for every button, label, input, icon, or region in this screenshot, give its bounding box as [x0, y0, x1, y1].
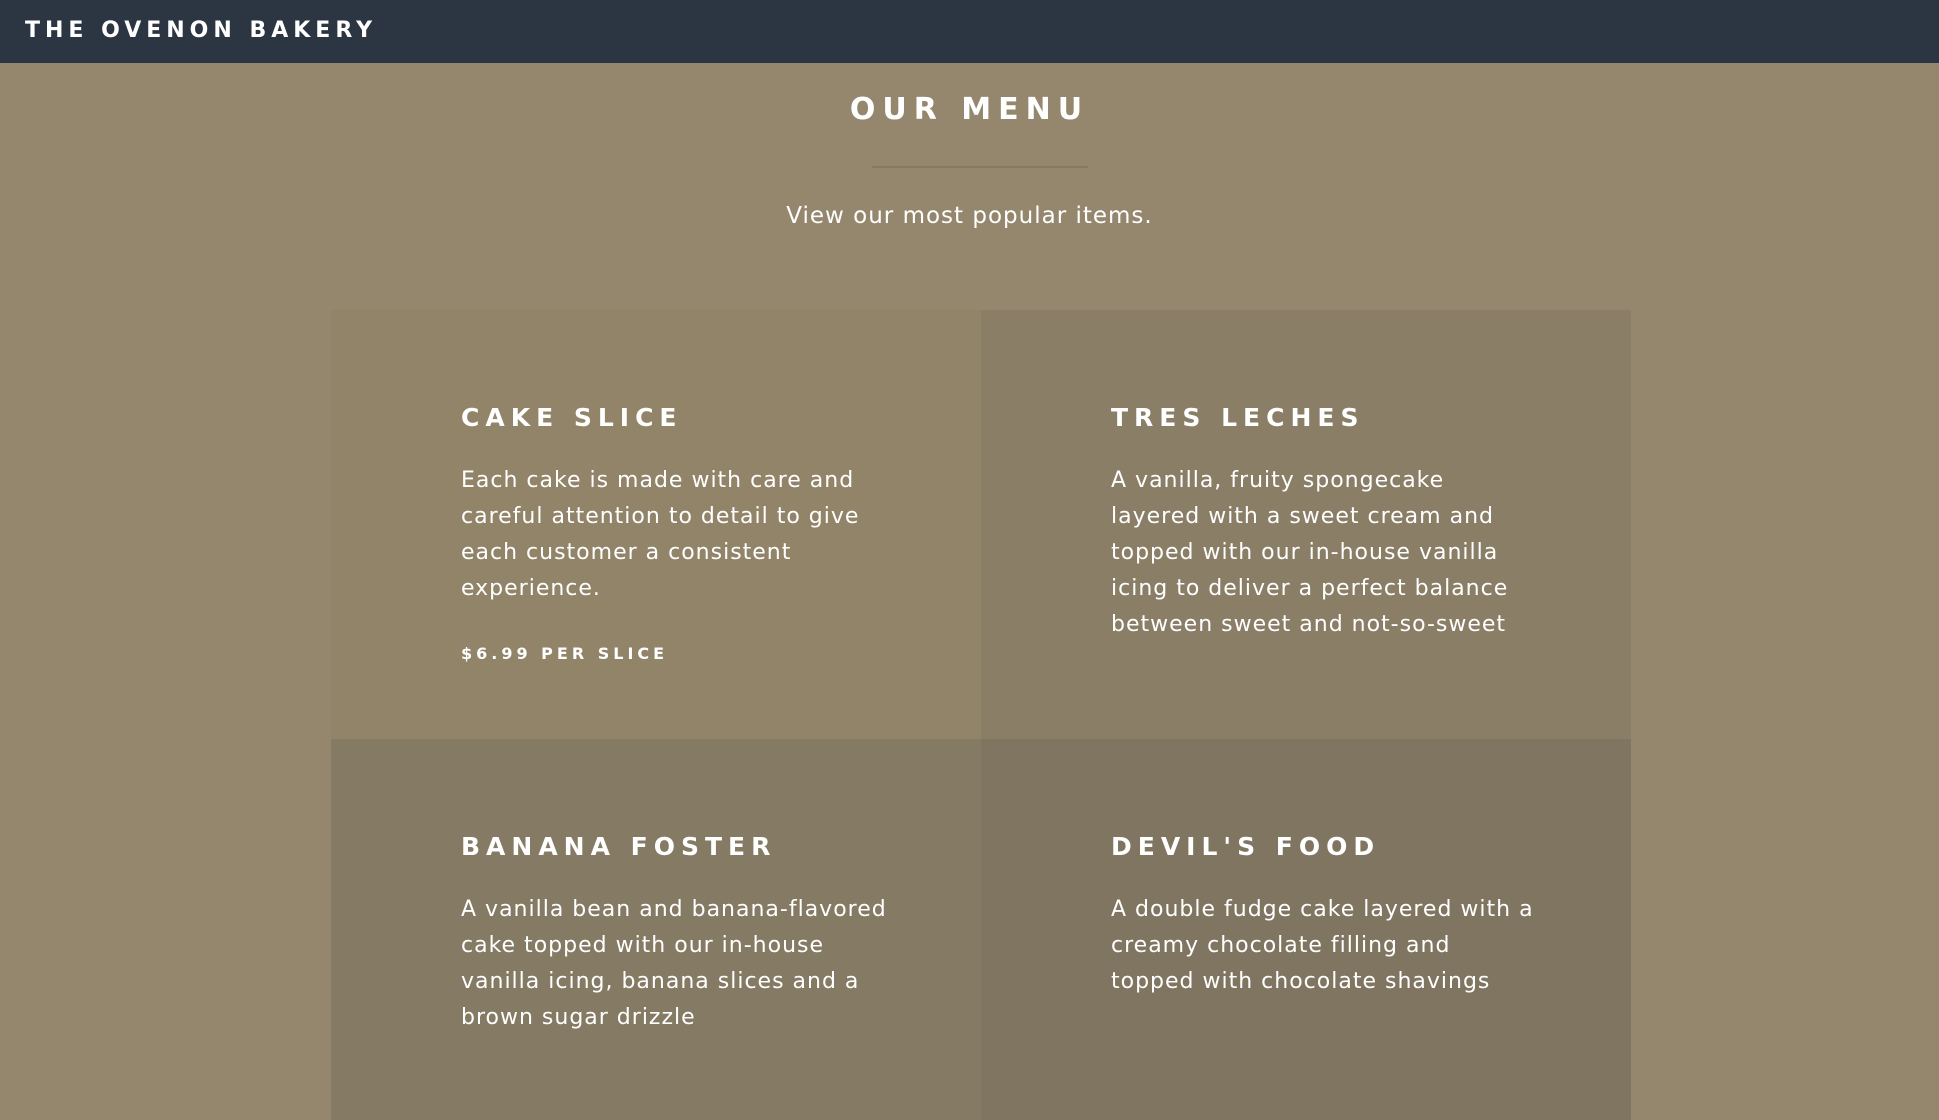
menu-heading: OUR MENU — [849, 92, 1090, 127]
menu-item-price: $6.99 PER SLICE — [461, 644, 669, 663]
menu-subtitle: View our most popular items. — [786, 203, 1153, 229]
menu-item-devils-food: DEVIL'S FOOD A double fudge cake layered… — [981, 739, 1631, 1120]
menu-item-title: BANANA FOSTER — [461, 832, 777, 861]
top-navbar: THE OVENON BAKERY — [0, 0, 1939, 63]
menu-item-cake-slice: CAKE SLICE Each cake is made with care a… — [331, 310, 981, 739]
menu-item-description: A vanilla bean and banana-flavored cake … — [461, 897, 887, 1030]
menu-item-title: TRES LECHES — [1111, 403, 1365, 432]
menu-item-banana-foster: BANANA FOSTER A vanilla bean and banana-… — [331, 739, 981, 1120]
menu-item-description: Each cake is made with care and careful … — [461, 468, 860, 601]
menu-item-tres-leches: TRES LECHES A vanilla, fruity spongecake… — [981, 310, 1631, 739]
menu-item-description: A vanilla, fruity spongecake layered wit… — [1111, 468, 1509, 637]
menu-item-description: A double fudge cake layered with a cream… — [1111, 897, 1534, 994]
brand-logo-text[interactable]: THE OVENON BAKERY — [25, 17, 377, 45]
heading-divider — [872, 166, 1088, 168]
menu-item-title: DEVIL'S FOOD — [1111, 832, 1381, 861]
menu-item-title: CAKE SLICE — [461, 403, 683, 432]
menu-grid: CAKE SLICE Each cake is made with care a… — [331, 310, 1631, 1120]
